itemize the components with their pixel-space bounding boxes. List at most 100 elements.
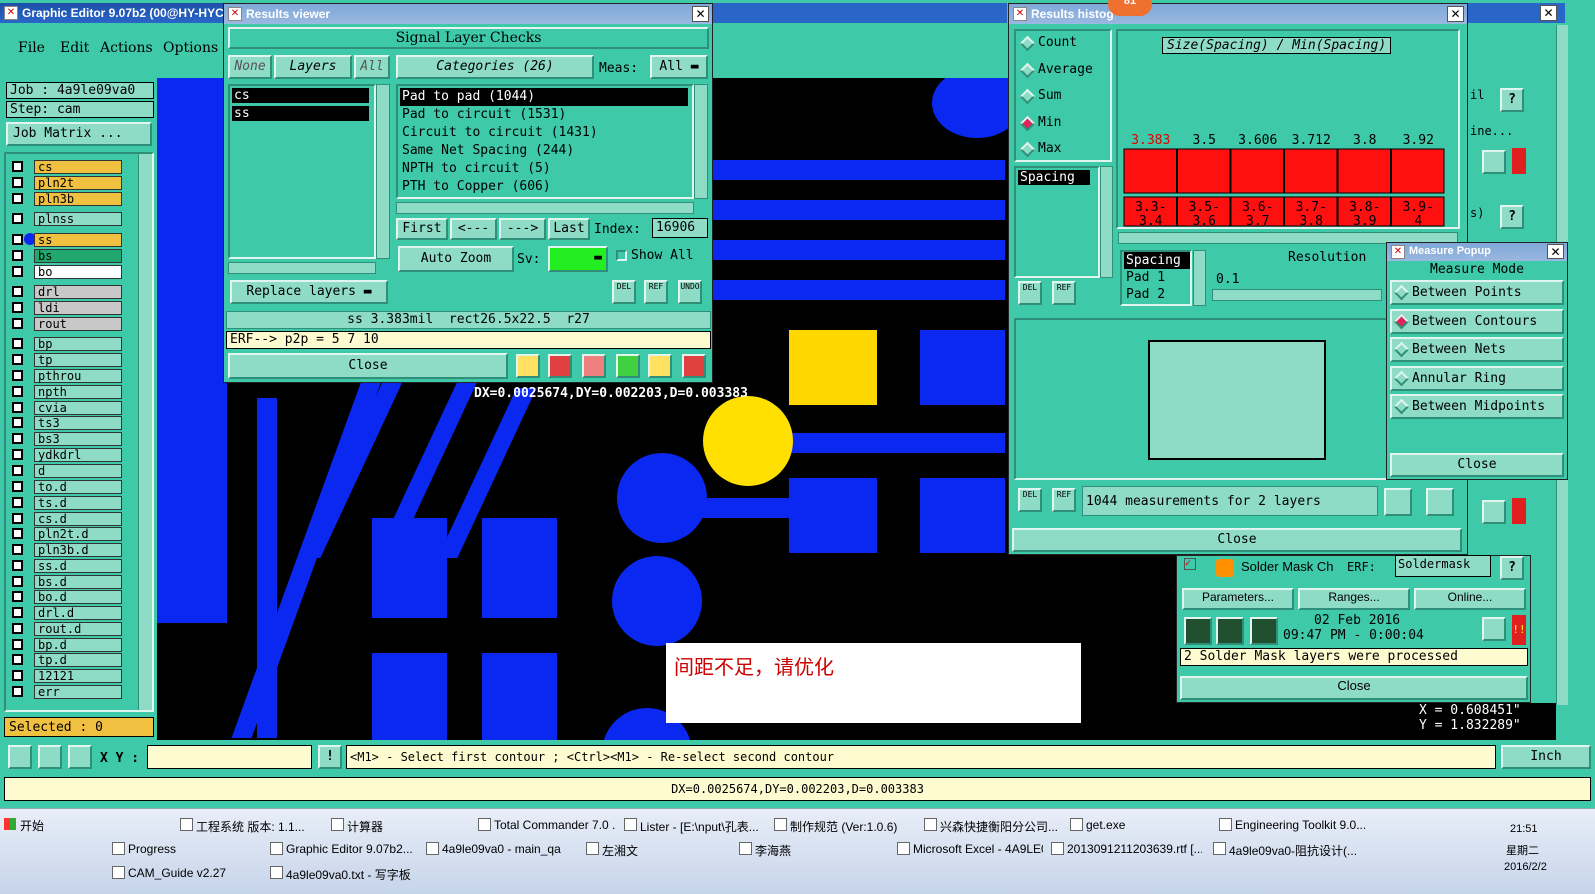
report-icon[interactable] xyxy=(616,354,640,378)
layer-row[interactable]: drl xyxy=(8,285,124,299)
layer-checkbox[interactable] xyxy=(12,449,23,460)
taskbar-item[interactable]: 兴森快捷衡阳分公司... xyxy=(920,815,1062,835)
layer-row[interactable]: bp.d xyxy=(8,638,124,652)
undo-icon[interactable]: UNDO xyxy=(678,280,702,304)
resolution-slider[interactable] xyxy=(1212,289,1382,301)
layer-row[interactable]: cs xyxy=(8,160,124,174)
layer-row[interactable]: bs xyxy=(8,249,124,263)
taskbar-item[interactable]: 计算器 xyxy=(327,815,469,835)
layer-row[interactable]: pln2t xyxy=(8,176,124,190)
histogram-bar[interactable] xyxy=(1337,148,1391,194)
list-item[interactable]: ss xyxy=(232,106,369,121)
histogram-bar[interactable] xyxy=(1123,148,1177,194)
layer-row[interactable]: npth xyxy=(8,385,124,399)
layer-checkbox[interactable] xyxy=(12,686,23,697)
erf-field[interactable]: Soldermask xyxy=(1395,555,1491,577)
layer-checkbox[interactable] xyxy=(12,193,23,204)
list-item[interactable]: Spacing xyxy=(1018,170,1090,185)
next-button[interactable]: ---> xyxy=(499,218,546,240)
layer-checkbox[interactable] xyxy=(12,370,23,381)
measure-option[interactable]: Between Points xyxy=(1390,280,1564,305)
taskbar-item[interactable]: 李海燕 xyxy=(735,839,885,859)
help-icon[interactable]: ? xyxy=(1500,205,1524,229)
auto-zoom-button[interactable]: Auto Zoom xyxy=(398,246,514,272)
layer-row[interactable]: d xyxy=(8,464,124,478)
histogram-icon[interactable] xyxy=(682,354,706,378)
layer-row[interactable]: drl.d xyxy=(8,606,124,620)
layer-row[interactable]: ldi xyxy=(8,301,124,315)
category-hscroll[interactable] xyxy=(396,202,694,214)
del-icon[interactable]: DEL xyxy=(612,280,636,304)
taskbar-item[interactable]: Microsoft Excel - 4A9LE0... xyxy=(893,839,1043,859)
layer-checkbox[interactable] xyxy=(12,654,23,665)
all-button[interactable]: All xyxy=(354,55,390,79)
taskbar-item[interactable]: CAM_Guide v2.27 xyxy=(108,863,258,883)
layer-checkbox[interactable] xyxy=(12,497,23,508)
taskbar-item[interactable]: Lister - [E:\nput\孔表... xyxy=(620,815,765,835)
alert-icon[interactable]: ! xyxy=(318,745,342,769)
layer-row[interactable]: tp.d xyxy=(8,653,124,667)
show-all-checkbox[interactable] xyxy=(616,250,627,261)
first-button[interactable]: First xyxy=(396,218,448,240)
layer-row[interactable]: plnss xyxy=(8,212,124,226)
list-item[interactable]: NPTH to circuit (5) xyxy=(400,160,690,178)
xy-input[interactable] xyxy=(147,745,312,769)
layer-checkbox[interactable] xyxy=(12,354,23,365)
layer-checkbox[interactable] xyxy=(12,623,23,634)
close-icon[interactable]: ✕ xyxy=(1547,244,1564,259)
prev-button[interactable]: <--- xyxy=(450,218,497,240)
sv-select[interactable]: ▬ xyxy=(548,246,608,272)
layer-row[interactable]: to.d xyxy=(8,480,124,494)
menu-file[interactable]: File xyxy=(18,40,45,56)
list-item[interactable]: cs xyxy=(232,88,369,103)
measure-option[interactable]: Between Midpoints xyxy=(1390,394,1564,419)
taskbar-item[interactable]: Progress xyxy=(108,839,258,859)
sel-list[interactable]: Spacing Pad 1 Pad 2 xyxy=(1120,250,1192,306)
histogram-bar[interactable] xyxy=(1284,148,1338,194)
del-icon[interactable]: DEL xyxy=(1018,281,1042,305)
layer-checkbox[interactable] xyxy=(12,591,23,602)
list-item[interactable]: Spacing xyxy=(1124,252,1190,269)
list-item[interactable]: Same Net Spacing (244) xyxy=(400,142,690,160)
measure-icon[interactable] xyxy=(38,745,62,769)
menu-actions[interactable]: Actions xyxy=(100,40,153,56)
layer-checkbox[interactable] xyxy=(12,544,23,555)
start-button[interactable]: 开始 xyxy=(2,814,50,838)
replace-layers-button[interactable]: Replace layers ▬ xyxy=(230,280,388,304)
layer-listbox[interactable]: cs ss xyxy=(228,84,376,259)
layer-checkbox[interactable] xyxy=(12,576,23,587)
taskbar-item[interactable]: 制作规范 (Ver:1.0.6) xyxy=(770,815,915,835)
measure-list[interactable]: Spacing xyxy=(1014,166,1100,278)
layer-checkbox[interactable] xyxy=(12,250,23,261)
layer-row[interactable]: pln2t.d xyxy=(8,527,124,541)
export2-icon[interactable] xyxy=(1426,488,1454,516)
list-item[interactable]: Pad to pad (1044) xyxy=(400,88,688,106)
close-icon[interactable]: ✕ xyxy=(1447,6,1464,22)
close-icon[interactable]: ✕ xyxy=(692,6,709,22)
layer-checkbox[interactable] xyxy=(12,213,23,224)
unit-button[interactable]: Inch xyxy=(1501,745,1591,769)
layer-checkbox[interactable] xyxy=(12,639,23,650)
layer-row[interactable]: rout xyxy=(8,317,124,331)
list-item[interactable]: Pad to circuit (1531) xyxy=(400,106,690,124)
layer-checkbox[interactable] xyxy=(12,513,23,524)
category-listbox[interactable]: Pad to pad (1044) Pad to circuit (1531) … xyxy=(396,84,694,199)
ref-icon[interactable]: REF xyxy=(644,280,668,304)
grid-icon[interactable] xyxy=(68,745,92,769)
layer-list-scrollbar[interactable] xyxy=(376,84,390,259)
histogram-bar[interactable] xyxy=(1391,148,1445,194)
run-icon[interactable] xyxy=(1184,617,1212,645)
list-item[interactable]: Pad 1 xyxy=(1124,269,1190,286)
layer-row[interactable]: 12121 xyxy=(8,669,124,683)
online-button[interactable]: Online... xyxy=(1414,588,1526,610)
layer-checkbox[interactable] xyxy=(12,607,23,618)
layer-row[interactable]: cvia xyxy=(8,401,124,415)
layer-row[interactable]: bs3 xyxy=(8,432,124,446)
job-matrix-button[interactable]: Job Matrix ... xyxy=(6,122,152,146)
taskbar-item[interactable]: 4a9le09va0.txt - 写字板 xyxy=(266,863,426,883)
layer-row[interactable]: tp xyxy=(8,353,124,367)
taskbar-item[interactable]: Engineering Toolkit 9.0... xyxy=(1215,815,1365,835)
layer-row[interactable]: ss.d xyxy=(8,559,124,573)
layer-row[interactable]: bs.d xyxy=(8,575,124,589)
measure-option[interactable]: Between Nets xyxy=(1390,337,1564,362)
